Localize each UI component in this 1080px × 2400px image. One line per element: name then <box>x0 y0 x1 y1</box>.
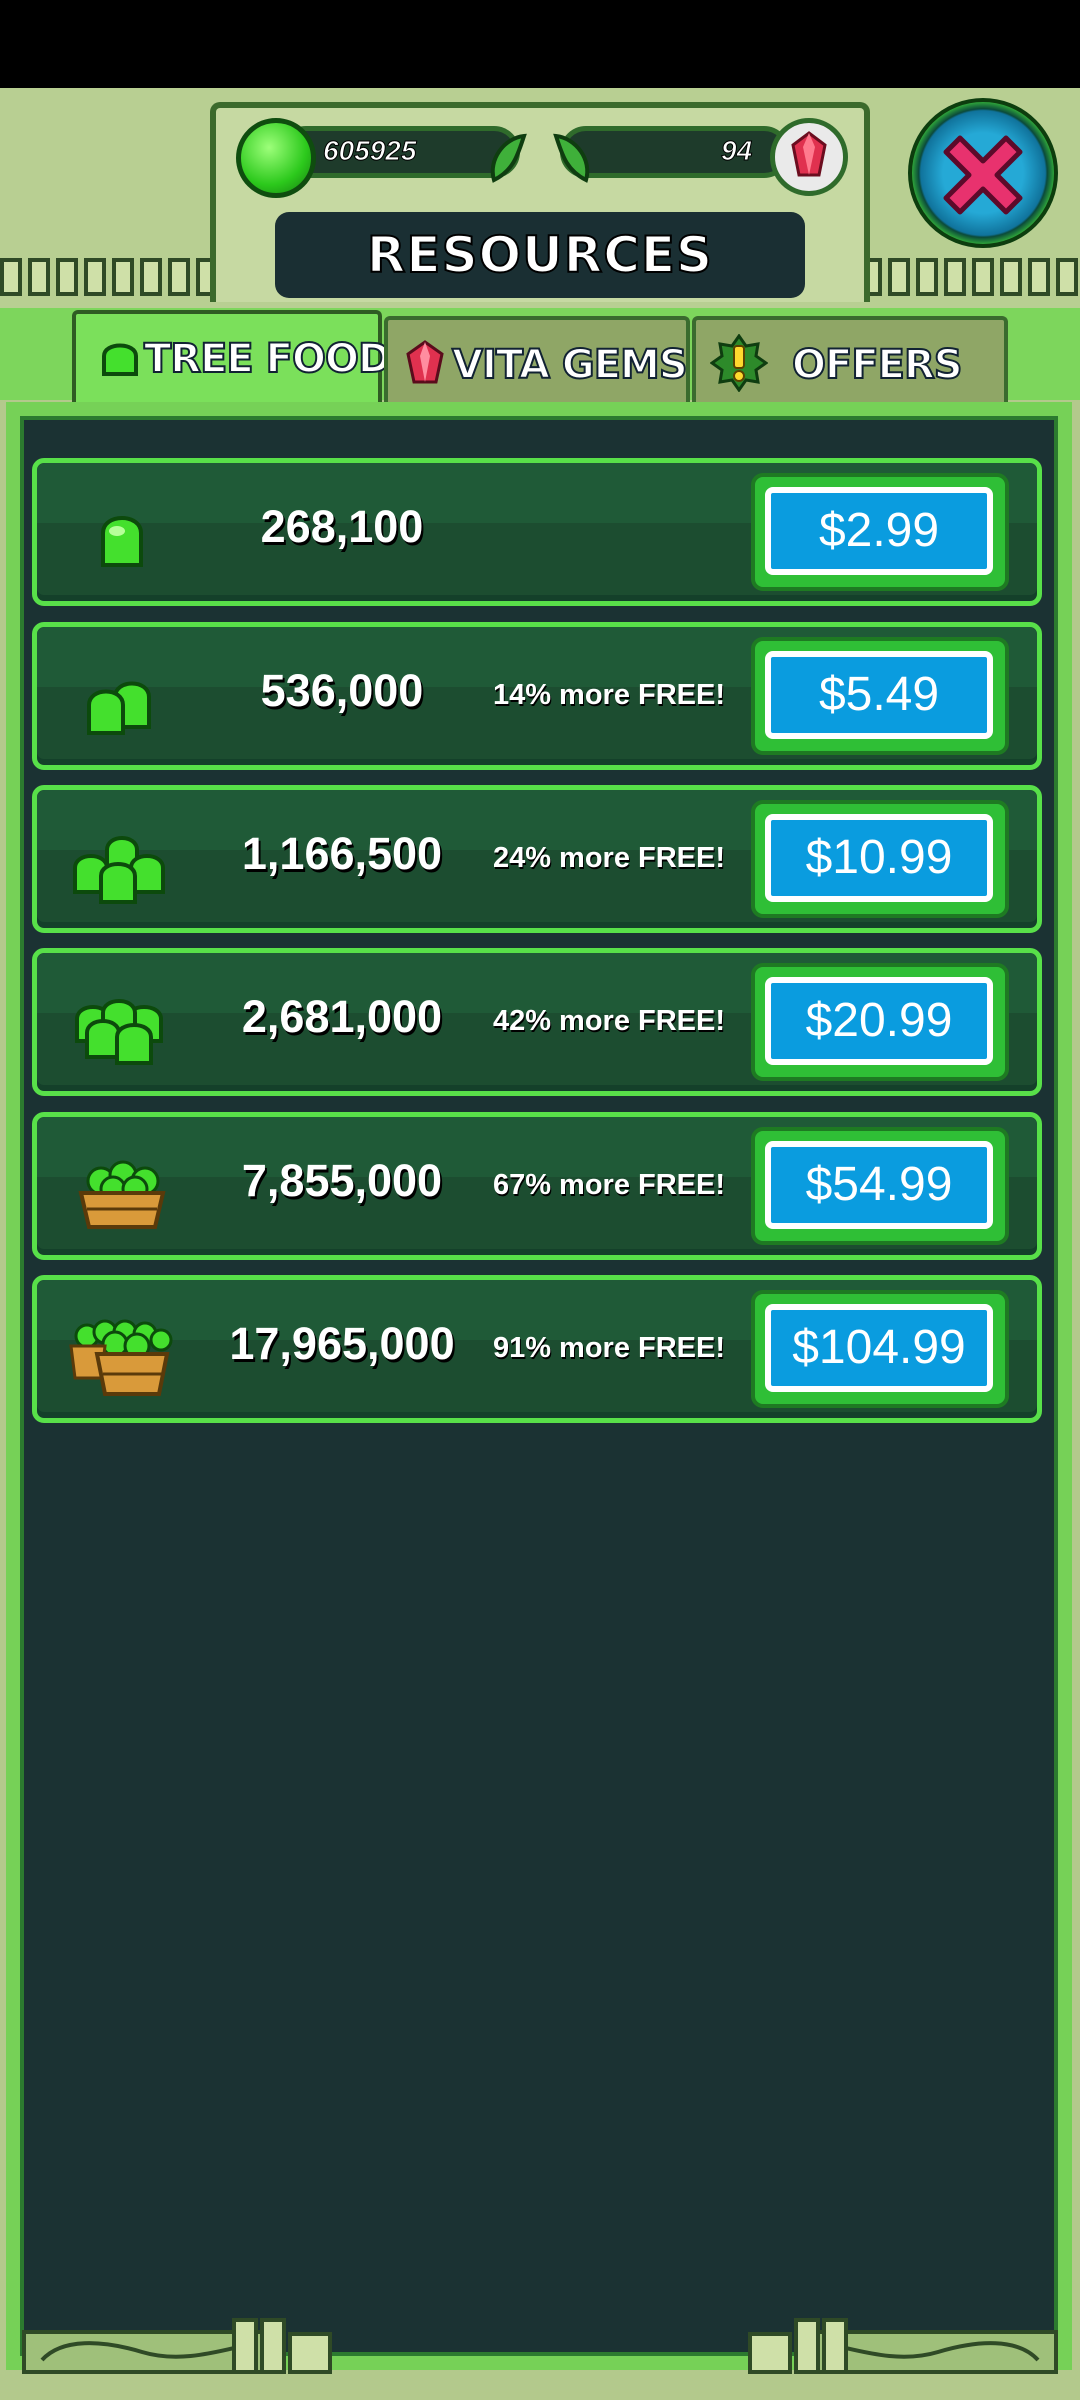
buy-button[interactable]: $2.99 <box>751 473 1009 591</box>
gem-icon <box>406 340 444 384</box>
price-label: $2.99 <box>765 487 993 575</box>
offer-bonus: 42% more FREE! <box>492 1005 726 1037</box>
price-label: $104.99 <box>765 1304 993 1392</box>
food-crate-icon <box>78 1160 166 1229</box>
offer-amount: 17,965,000 <box>229 1318 455 1369</box>
food-heap-icon <box>75 999 163 1065</box>
header: 605925 94 RESOURCES <box>0 88 1080 308</box>
food-count: 605925 <box>322 135 417 167</box>
buy-button[interactable]: $10.99 <box>751 800 1009 918</box>
offer-bonus: 14% more FREE! <box>492 679 726 711</box>
tab-label: TREE FOOD <box>143 335 392 383</box>
offer-amount: 536,000 <box>260 665 424 716</box>
food-pile-icon <box>73 836 165 904</box>
offer-amount: 1,166,500 <box>241 828 443 879</box>
buy-button[interactable]: $54.99 <box>751 1127 1009 1245</box>
fence-decoration-right <box>860 258 1078 298</box>
tab-label: VITA GEMS <box>451 341 689 389</box>
offer-amount: 268,100 <box>260 501 424 552</box>
food-pair-icon <box>87 681 151 735</box>
price-label: $20.99 <box>765 977 993 1065</box>
price-label: $10.99 <box>765 814 993 902</box>
price-label: $54.99 <box>765 1141 993 1229</box>
corner-ornament-right <box>748 2318 1058 2374</box>
tree-food-icon <box>236 118 316 198</box>
vita-gem-icon <box>770 118 848 196</box>
offer-row: 7,855,000 67% more FREE! $54.99 <box>32 1112 1042 1260</box>
offer-bonus: 91% more FREE! <box>492 1332 726 1364</box>
title-banner: RESOURCES <box>275 212 805 298</box>
leaf-icon-left <box>490 133 527 183</box>
offer-row: 1,166,500 24% more FREE! $10.99 <box>32 785 1042 933</box>
close-button[interactable] <box>908 98 1058 248</box>
tab-vita-gems[interactable]: VITA GEMS <box>384 316 690 402</box>
gem-count: 94 <box>720 135 753 167</box>
tab-label: OFFERS <box>791 341 964 389</box>
offer-row: 2,681,000 42% more FREE! $20.99 <box>32 948 1042 1096</box>
buy-button[interactable]: $104.99 <box>751 1290 1009 1408</box>
offer-row: 268,100 $2.99 <box>32 458 1042 606</box>
food-crates-icon <box>69 1319 173 1396</box>
game-screen: 605925 94 RESOURCES TREE FOOD VITA GEMS … <box>0 88 1080 2400</box>
tab-offers[interactable]: OFFERS <box>692 316 1008 402</box>
offer-row: 536,000 14% more FREE! $5.49 <box>32 622 1042 770</box>
offer-bonus: 67% more FREE! <box>492 1169 726 1201</box>
offer-amount: 2,681,000 <box>241 991 443 1042</box>
offer-row: 17,965,000 91% more FREE! $104.99 <box>32 1275 1042 1423</box>
price-label: $5.49 <box>765 651 993 739</box>
exclamation-icon <box>710 334 768 392</box>
corner-ornament-left <box>22 2318 332 2374</box>
tab-tree-food[interactable]: TREE FOOD <box>72 310 392 402</box>
page-title: RESOURCES <box>366 225 714 285</box>
food-single-icon <box>101 516 143 567</box>
food-icon <box>102 343 138 376</box>
offer-amount: 7,855,000 <box>241 1155 443 1206</box>
close-icon <box>943 135 1023 215</box>
buy-button[interactable]: $5.49 <box>751 637 1009 755</box>
buy-button[interactable]: $20.99 <box>751 963 1009 1081</box>
offer-bonus: 24% more FREE! <box>492 842 726 874</box>
leaf-icon-right <box>553 133 590 183</box>
